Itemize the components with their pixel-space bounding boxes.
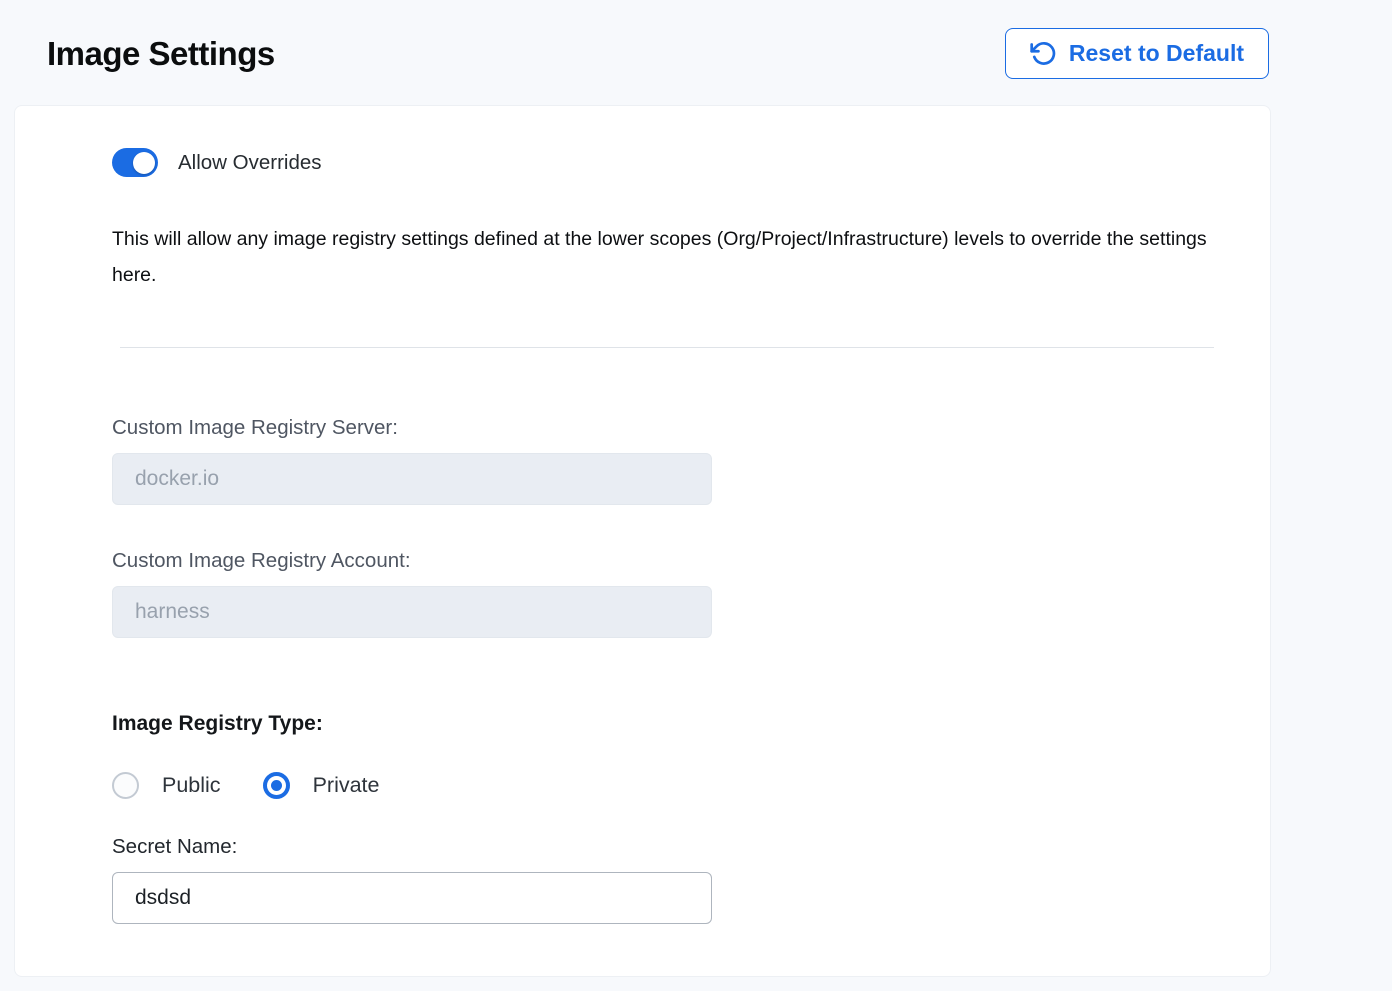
allow-overrides-row: Allow Overrides — [112, 148, 1212, 177]
section-divider — [120, 347, 1214, 348]
registry-server-label: Custom Image Registry Server: — [112, 416, 1212, 440]
allow-overrides-label: Allow Overrides — [178, 151, 322, 175]
toggle-knob — [133, 152, 155, 174]
reset-to-default-button[interactable]: Reset to Default — [1005, 28, 1269, 79]
overrides-description: This will allow any image registry setti… — [112, 221, 1212, 293]
secret-name-input[interactable] — [112, 872, 712, 924]
registry-server-field: Custom Image Registry Server: — [112, 416, 1212, 505]
radio-label: Public — [162, 773, 221, 798]
radio-icon — [112, 772, 139, 799]
rotate-ccw-icon — [1030, 40, 1057, 67]
settings-card: Allow Overrides This will allow any imag… — [14, 105, 1271, 977]
registry-account-field: Custom Image Registry Account: — [112, 549, 1212, 638]
radio-icon — [263, 772, 290, 799]
radio-option-private[interactable]: Private — [263, 772, 380, 799]
reset-button-label: Reset to Default — [1069, 40, 1244, 67]
allow-overrides-toggle[interactable] — [112, 148, 158, 177]
registry-type-radio-group: Public Private — [112, 772, 1212, 799]
page-header: Image Settings Reset to Default — [0, 0, 1392, 105]
registry-account-input — [112, 586, 712, 638]
radio-label: Private — [313, 773, 380, 798]
registry-account-label: Custom Image Registry Account: — [112, 549, 1212, 573]
secret-name-label: Secret Name: — [112, 835, 1212, 859]
radio-option-public[interactable]: Public — [112, 772, 221, 799]
registry-type-label: Image Registry Type: — [112, 712, 1212, 736]
registry-server-input — [112, 453, 712, 505]
page-title: Image Settings — [47, 35, 275, 73]
